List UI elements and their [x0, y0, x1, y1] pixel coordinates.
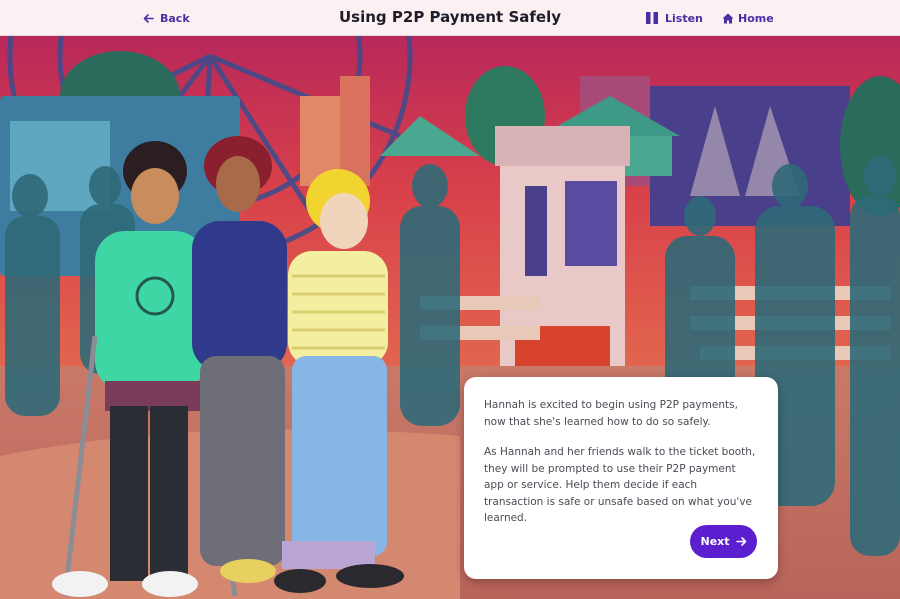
listen-label: Listen	[665, 11, 703, 25]
home-button[interactable]: Home	[722, 9, 774, 27]
listen-button[interactable]: Listen	[646, 9, 703, 27]
pause-icon	[646, 12, 658, 24]
home-icon	[722, 13, 734, 24]
dialog-paragraph-2: As Hannah and her friends walk to the ti…	[484, 446, 756, 524]
top-bar: Back Using P2P Payment Safely Listen Hom…	[0, 0, 900, 36]
next-button[interactable]: Next	[690, 525, 757, 558]
next-label: Next	[700, 535, 730, 548]
arrow-right-icon	[735, 536, 747, 547]
home-label: Home	[738, 11, 774, 25]
dialog-paragraph-1: Hannah is excited to begin using P2P pay…	[484, 399, 738, 428]
story-dialog: Hannah is excited to begin using P2P pay…	[464, 377, 778, 579]
